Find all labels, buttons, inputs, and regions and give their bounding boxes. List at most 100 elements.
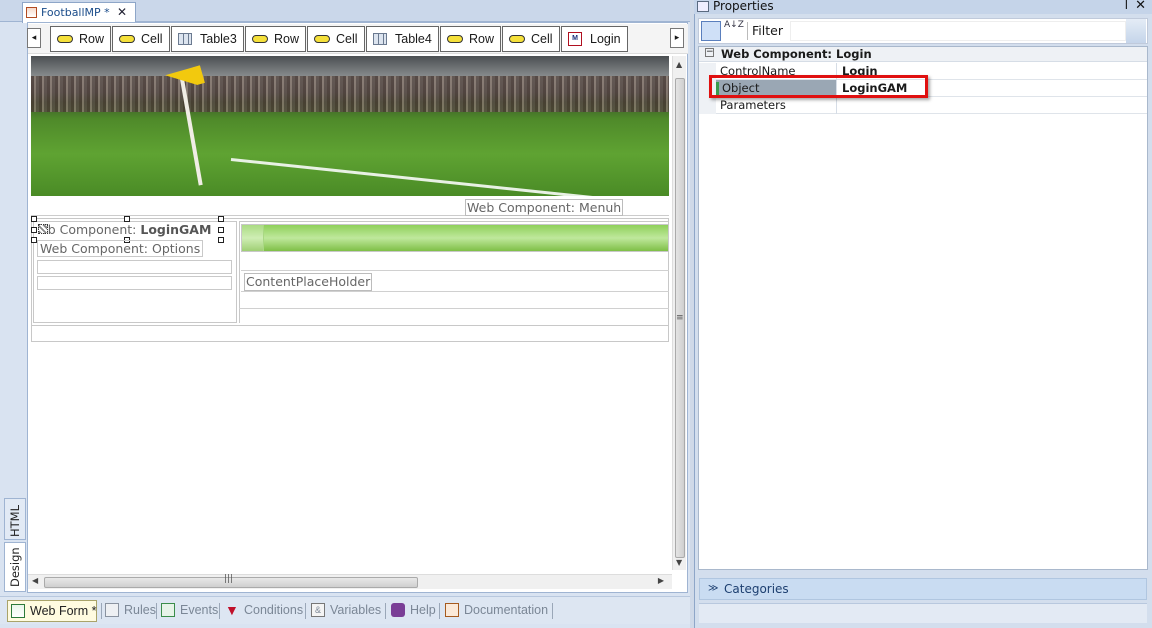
document-tab[interactable]: FootballMP * ✕ [22,2,136,23]
breadcrumb-item-row[interactable]: Row [440,26,502,52]
tab-design[interactable]: Design [4,542,26,592]
properties-title: Properties [713,0,774,13]
document-tab-title: FootballMP * [41,6,110,19]
breadcrumb-item-label: Row [469,32,495,46]
toolbar-end-cap [1126,19,1146,43]
tab-separator [219,603,220,619]
empty-cell[interactable] [37,276,232,290]
breadcrumb-item-login[interactable]: M Login [561,26,628,52]
tab-separator [385,603,386,619]
vertical-scrollbar[interactable]: ▲ ≡ ▼ [672,56,686,570]
tab-html[interactable]: HTML [4,498,26,540]
expand-icon[interactable]: ≫ [708,579,718,599]
breadcrumb-item-cell[interactable]: Cell [112,26,170,52]
breadcrumb-item-table4[interactable]: Table4 [366,26,439,52]
property-row-parameters[interactable]: Parameters [716,97,1147,114]
green-bar-segment [242,225,264,251]
login-web-component-prefix: eb Component: [40,222,141,237]
table-icon [178,33,192,45]
alphabetical-sort-icon[interactable]: A↓Z [724,21,744,41]
breadcrumb-item-label: Cell [531,32,553,46]
categorized-view-icon[interactable] [701,21,721,41]
breadcrumb-item-label: Table4 [395,32,432,46]
resize-handle[interactable] [31,227,37,233]
toolbar-separator [747,22,748,40]
resize-handle[interactable] [218,216,224,222]
grip-icon: ≡ [676,313,684,323]
highlight-box [709,75,928,98]
property-section-title: Web Component: Login [721,47,872,61]
property-name: Parameters [720,98,786,112]
help-book-icon [391,603,405,617]
breadcrumb-item-row[interactable]: Row [245,26,307,52]
events-icon [161,603,175,617]
close-icon[interactable]: ✕ [1135,0,1146,12]
categories-bar[interactable]: ≫ Categories [699,578,1147,600]
empty-cell[interactable] [37,260,232,274]
row-divider [239,308,669,309]
categories-label: Categories [724,582,789,596]
tab-separator [305,603,306,619]
move-grip-icon[interactable] [38,224,48,234]
grip-icon: ||| [224,574,234,584]
resize-handle[interactable] [124,216,130,222]
resize-handle[interactable] [31,216,37,222]
row-icon [57,35,73,43]
scroll-left-icon[interactable]: ◀ [32,576,38,585]
breadcrumb-item-label: Cell [141,32,163,46]
green-menu-bar[interactable] [241,224,669,252]
close-icon[interactable]: ✕ [117,3,127,22]
cell-icon [119,35,135,43]
breadcrumb-item-label: Row [79,32,105,46]
tab-events[interactable]: Events [158,600,218,622]
banner-image[interactable] [31,56,669,196]
tab-separator [552,603,553,619]
tab-separator [439,603,440,619]
webform-icon [11,604,25,618]
properties-icon [697,1,709,12]
stadium-stands [31,76,669,112]
horizontal-scrollbar[interactable]: ◀ ||| ▶ [28,574,672,589]
tab-rules[interactable]: Rules [102,600,156,622]
property-divider [836,97,837,114]
options-web-component[interactable]: Web Component: Options [37,240,204,257]
tab-web-form[interactable]: Web Form * [7,600,98,622]
filter-label: Filter [752,23,783,38]
webform-icon [26,7,37,18]
tab-variables[interactable]: & Variables [308,600,381,622]
tab-conditions[interactable]: ▼ Conditions [222,600,303,622]
breadcrumb-right-arrow[interactable]: ▸ [670,28,684,48]
tab-help[interactable]: Help [388,600,436,622]
tab-label: Documentation [464,603,549,617]
bottom-row[interactable] [31,325,669,342]
menuh-web-component[interactable]: Web Component: Menuh [465,199,624,216]
property-section-header[interactable]: − Web Component: Login [699,47,1147,62]
tab-label: Conditions [244,603,304,617]
pin-icon[interactable]: ꟾ [1125,0,1128,12]
cell-icon [314,35,330,43]
breadcrumb-item-label: Cell [336,32,358,46]
properties-footer [699,603,1147,623]
login-web-component-object: LoginGAM [140,222,212,237]
breadcrumb-item-cell[interactable]: Cell [307,26,365,52]
scroll-up-icon[interactable]: ▲ [676,60,682,69]
tab-label: Rules [124,603,156,617]
resize-handle[interactable] [218,227,224,233]
collapse-icon[interactable]: − [705,48,714,57]
breadcrumb-item-row[interactable]: Row [50,26,112,52]
filter-input[interactable] [790,21,1126,41]
breadcrumb-left-arrow[interactable]: ◂ [27,28,41,48]
property-grid [698,46,1148,570]
tab-html-label: HTML [8,504,22,537]
breadcrumb-item-table3[interactable]: Table3 [171,26,244,52]
breadcrumb-item-cell[interactable]: Cell [502,26,560,52]
scroll-right-icon[interactable]: ▶ [658,576,664,585]
scroll-down-icon[interactable]: ▼ [676,558,682,567]
tab-design-label: Design [8,547,22,587]
resize-handle[interactable] [218,237,224,243]
content-placeholder[interactable]: ContentPlaceHolder [244,273,373,291]
variables-icon: & [311,603,325,617]
breadcrumb-item-label: Row [274,32,300,46]
tab-documentation[interactable]: Documentation [442,600,548,622]
cell-icon [509,35,525,43]
